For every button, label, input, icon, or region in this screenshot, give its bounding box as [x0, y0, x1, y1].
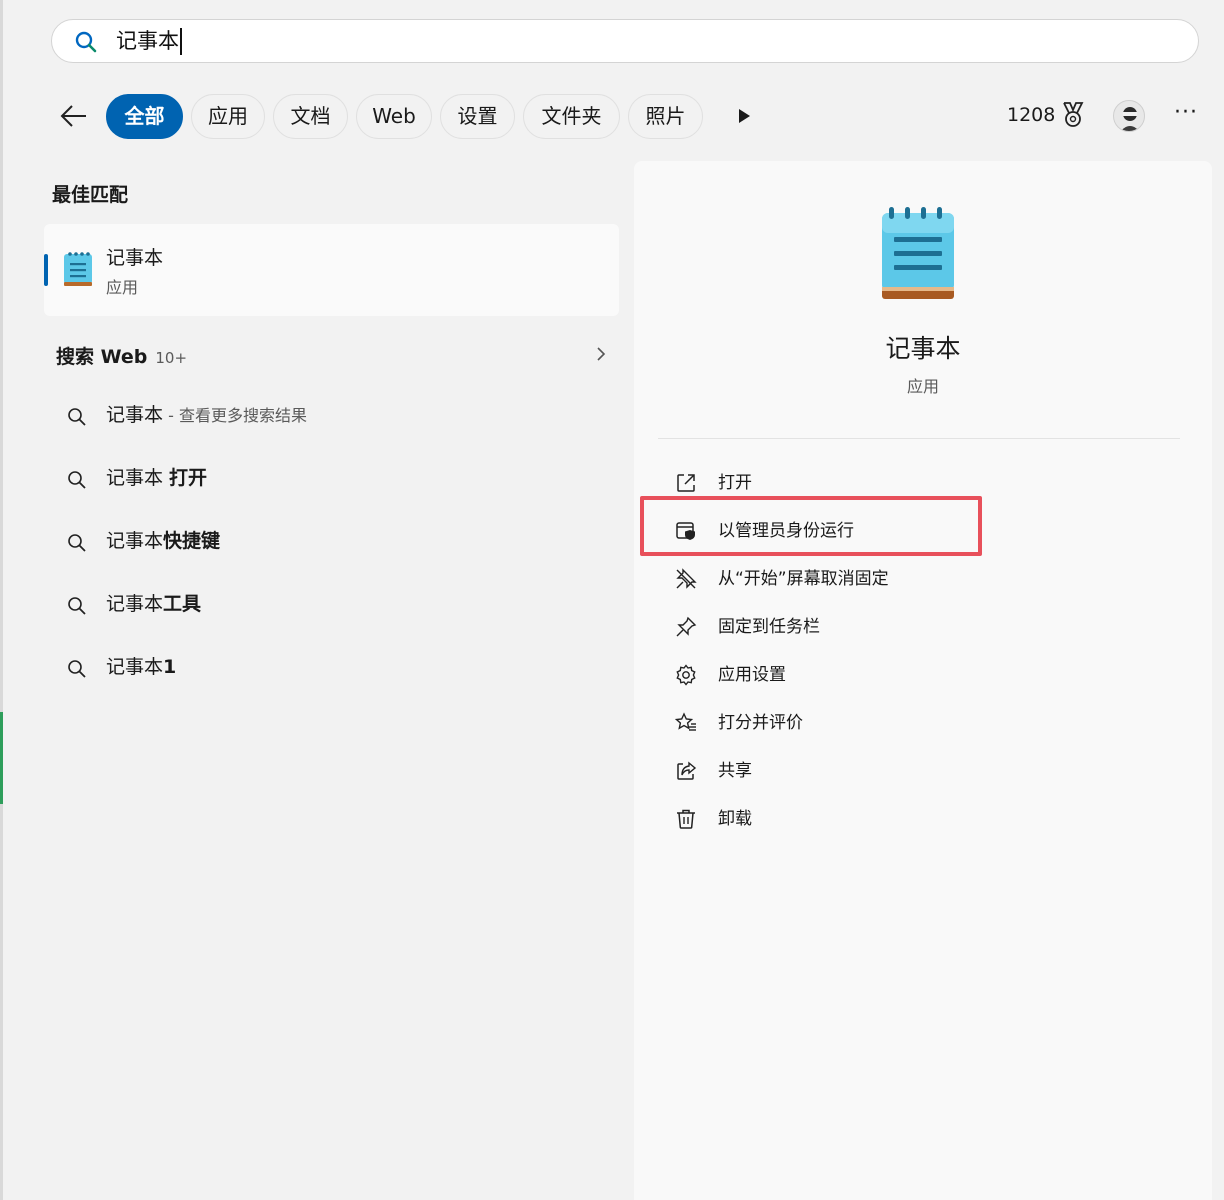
- best-match-name: 记事本: [106, 247, 164, 269]
- action-label: 固定到任务栏: [718, 617, 820, 637]
- result-bold-text: 打开: [169, 467, 208, 489]
- divider: [658, 438, 1180, 439]
- web-result-text: 记事本 - 查看更多搜索结果: [106, 402, 307, 429]
- action-unpin-start[interactable]: 从“开始”屏幕取消固定: [674, 561, 1174, 597]
- selection-indicator: [44, 254, 48, 286]
- action-share[interactable]: 共享: [674, 753, 1174, 789]
- action-uninstall[interactable]: 卸载: [674, 801, 1174, 837]
- web-result-text: 记事本快捷键: [106, 528, 220, 555]
- search-web-header[interactable]: 搜索 Web 10+: [56, 342, 616, 368]
- search-input[interactable]: 记事本: [51, 19, 1199, 63]
- web-result-text: 记事本工具: [106, 591, 201, 618]
- search-icon: [68, 471, 86, 489]
- background-window-strip: [0, 712, 3, 804]
- best-match-heading: 最佳匹配: [52, 184, 129, 206]
- more-options-icon[interactable]: ···: [1172, 102, 1200, 128]
- result-bold-text: 工具: [163, 593, 202, 615]
- action-rate-review[interactable]: 打分并评价: [674, 705, 1174, 741]
- filter-chip-photos[interactable]: 照片: [628, 94, 703, 139]
- search-icon: [68, 408, 86, 426]
- web-result-item[interactable]: 记事本 打开: [60, 459, 616, 499]
- result-suffix-text: - 查看更多搜索结果: [163, 406, 307, 425]
- gear-icon: [676, 664, 696, 686]
- web-result-text: 记事本1: [106, 654, 176, 681]
- app-detail-panel: 记事本 应用 打开 以管理员身份运行 从“开始”屏幕取消固定 固定到任务栏 应用…: [634, 161, 1212, 1200]
- trash-icon: [677, 809, 695, 829]
- web-result-item[interactable]: 记事本 - 查看更多搜索结果: [60, 396, 616, 436]
- filter-chip-apps[interactable]: 应用: [191, 94, 265, 139]
- pin-icon: [676, 616, 697, 637]
- back-arrow-icon[interactable]: [58, 100, 90, 132]
- web-result-item[interactable]: 记事本1: [60, 648, 616, 688]
- filter-chip-web[interactable]: Web: [356, 94, 432, 139]
- result-main-text: 记事本: [106, 656, 164, 678]
- window-edge: [0, 0, 3, 1200]
- action-label: 打开: [718, 473, 752, 493]
- star-list-icon: [674, 712, 696, 731]
- filter-chip-documents[interactable]: 文档: [273, 94, 348, 139]
- filter-chip-all[interactable]: 全部: [106, 94, 183, 139]
- rewards-points: 1208: [1007, 104, 1056, 126]
- user-avatar[interactable]: [1113, 100, 1145, 132]
- result-main-text: 记事本: [106, 467, 170, 489]
- search-icon: [75, 31, 97, 53]
- result-main-text: 记事本: [106, 404, 164, 426]
- search-icon: [68, 660, 86, 678]
- web-result-item[interactable]: 记事本工具: [60, 585, 616, 625]
- share-icon: [677, 761, 697, 780]
- result-main-text: 记事本: [106, 530, 164, 552]
- unpin-icon: [676, 568, 697, 589]
- action-pin-taskbar[interactable]: 固定到任务栏: [674, 609, 1174, 645]
- best-match-type: 应用: [106, 278, 139, 297]
- filter-chip-folders[interactable]: 文件夹: [523, 94, 620, 139]
- best-match-card[interactable]: 记事本 应用: [44, 224, 619, 316]
- action-label: 打分并评价: [718, 713, 803, 733]
- chevron-right-icon: [597, 347, 606, 361]
- action-label: 卸载: [718, 809, 752, 829]
- play-more-filters-icon[interactable]: [734, 106, 754, 126]
- search-web-count: 10+: [155, 349, 188, 367]
- rewards-medal-icon[interactable]: [1060, 101, 1086, 129]
- search-icon: [68, 534, 86, 552]
- action-label: 共享: [718, 761, 752, 781]
- action-label: 从“开始”屏幕取消固定: [718, 569, 889, 589]
- search-query[interactable]: 记事本: [116, 28, 179, 54]
- result-bold-text: 快捷键: [163, 530, 221, 552]
- search-web-title: 搜索 Web: [56, 346, 148, 368]
- filter-chip-settings[interactable]: 设置: [440, 94, 515, 139]
- result-bold-text: 1: [163, 656, 177, 678]
- web-result-item[interactable]: 记事本快捷键: [60, 522, 616, 562]
- open-external-icon: [677, 474, 695, 492]
- detail-app-type: 应用: [906, 377, 939, 396]
- web-result-text: 记事本 打开: [106, 465, 207, 492]
- search-icon: [68, 597, 86, 615]
- action-app-settings[interactable]: 应用设置: [674, 657, 1174, 693]
- annotation-highlight-box: [640, 496, 982, 556]
- notepad-app-icon: [64, 252, 92, 286]
- action-label: 应用设置: [718, 665, 786, 685]
- avatar-image: [1120, 107, 1140, 131]
- result-main-text: 记事本: [106, 593, 164, 615]
- text-caret: [180, 28, 182, 55]
- detail-app-name: 记事本: [885, 334, 961, 363]
- notepad-app-icon: [882, 207, 954, 299]
